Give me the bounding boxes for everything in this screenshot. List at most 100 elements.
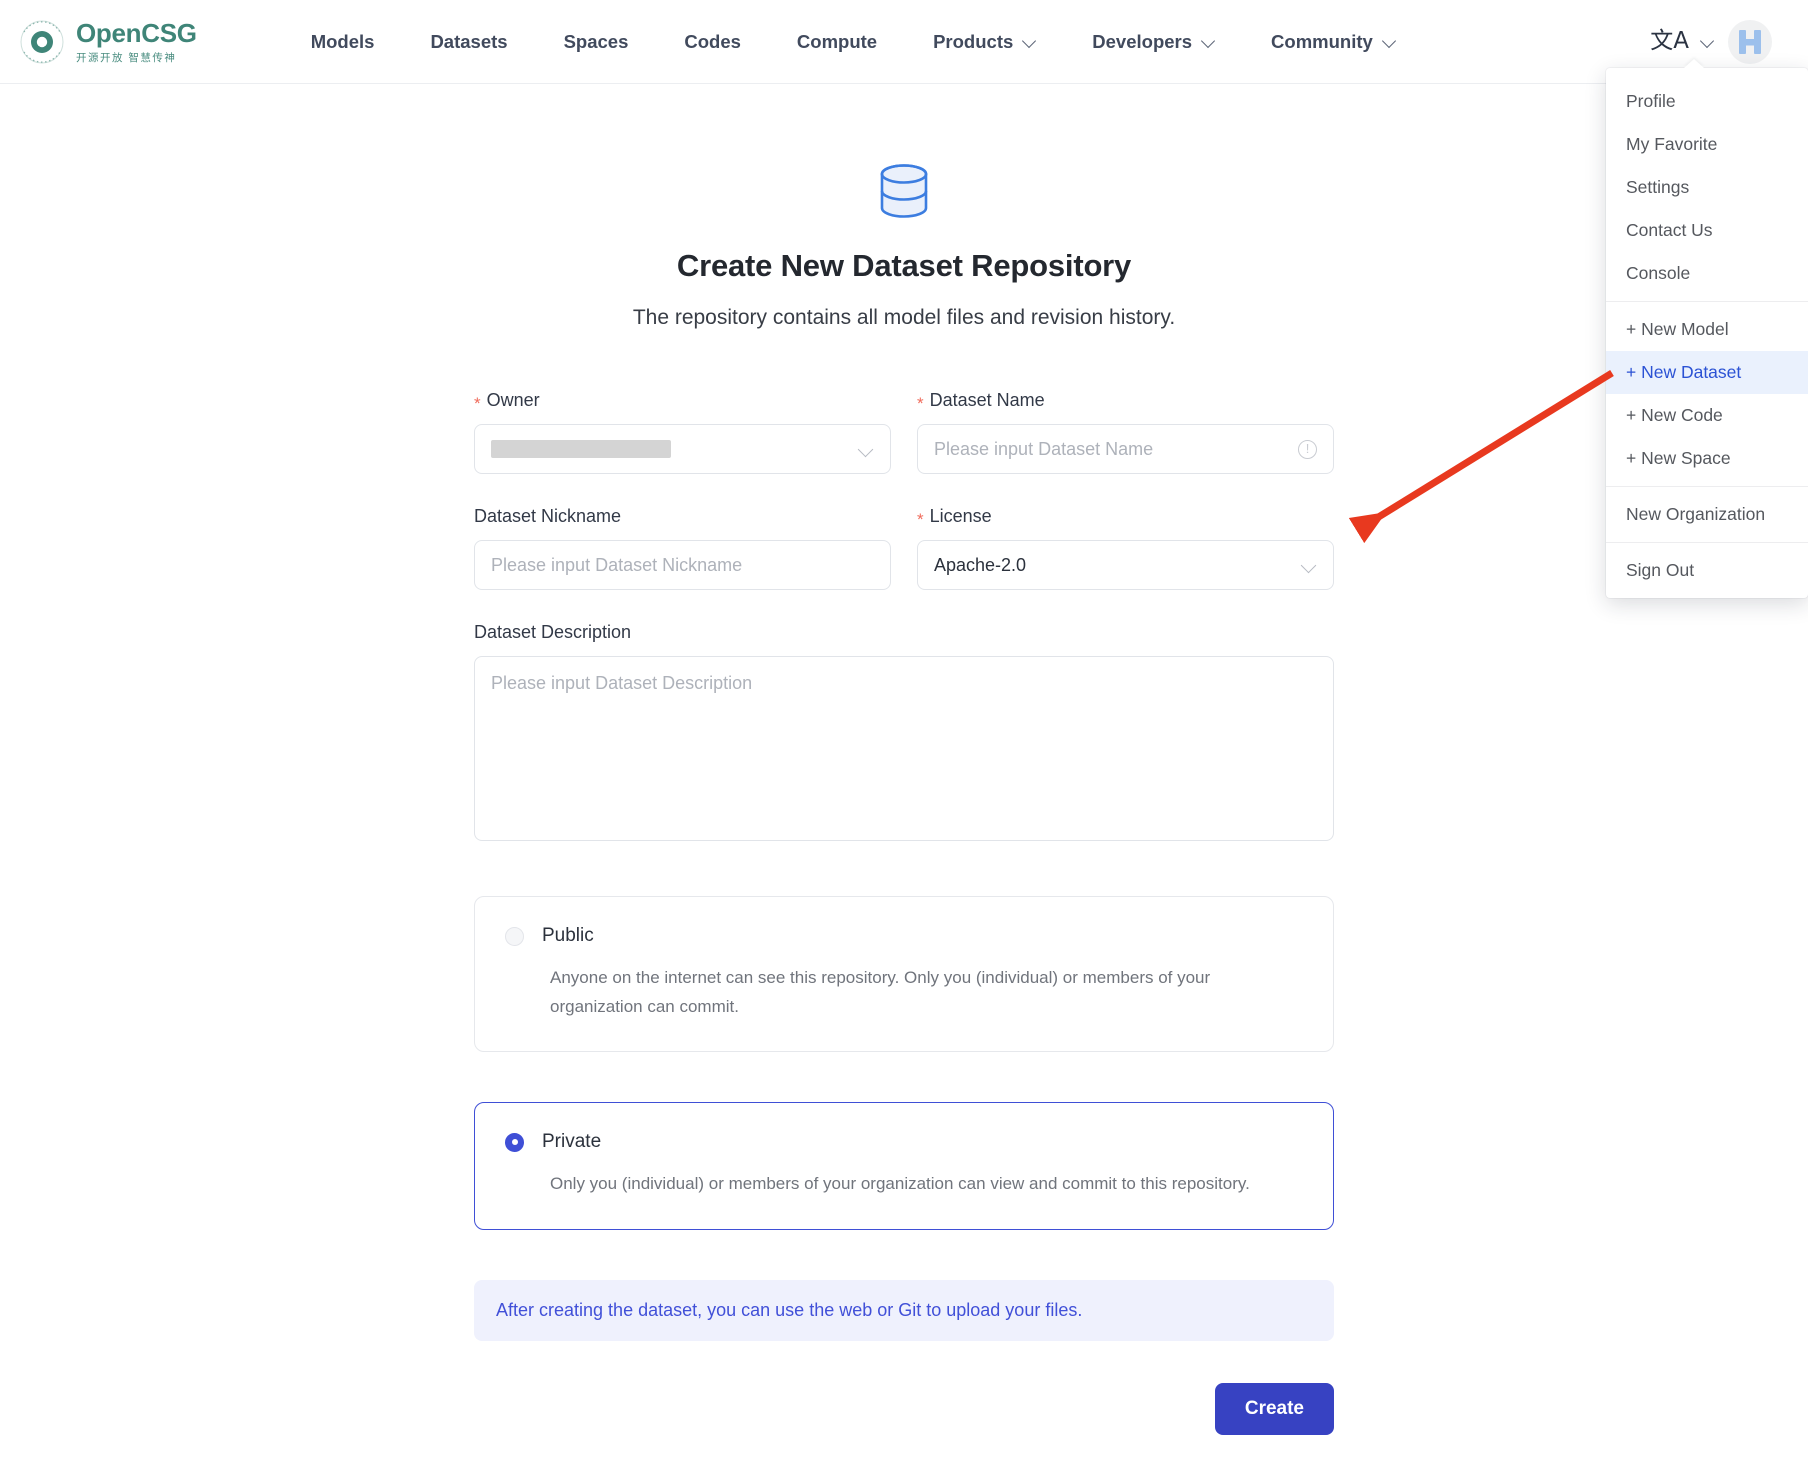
owner-label-wrap: * Owner	[474, 390, 891, 411]
dataset-nickname-input[interactable]: Please input Dataset Nickname	[491, 555, 742, 576]
menu-item-label: + New Space	[1626, 448, 1731, 469]
menu-item-label: Console	[1626, 263, 1690, 284]
nav-label: Codes	[684, 31, 741, 53]
chevron-down-icon	[858, 441, 874, 457]
nav-item-codes[interactable]: Codes	[656, 31, 769, 53]
required-asterisk: *	[917, 394, 924, 414]
dataset-description-textarea[interactable]	[474, 656, 1334, 841]
nav-item-developers[interactable]: Developers	[1064, 31, 1243, 53]
top-navbar: OpenCSG 开源开放 智慧传神 Models Datasets Spaces…	[0, 0, 1808, 84]
required-asterisk: *	[474, 394, 481, 414]
language-switcher[interactable]: 文A	[1650, 30, 1714, 53]
public-description: Anyone on the internet can see this repo…	[505, 963, 1295, 1021]
owner-select[interactable]	[474, 424, 891, 474]
user-menu-group-session: Sign Out	[1606, 542, 1808, 598]
chevron-down-icon	[1301, 557, 1317, 573]
field-owner: * Owner	[474, 390, 891, 474]
menu-item-profile[interactable]: Profile	[1606, 80, 1808, 123]
menu-item-label: Sign Out	[1626, 560, 1694, 581]
nav-label: Community	[1271, 31, 1373, 53]
dataset-nickname-label-wrap: Dataset Nickname	[474, 506, 891, 527]
dataset-name-input-wrap[interactable]: Please input Dataset Name !	[917, 424, 1334, 474]
required-asterisk: *	[917, 510, 924, 530]
nav-label: Spaces	[564, 31, 629, 53]
nav-label: Products	[933, 31, 1013, 53]
menu-item-new-model[interactable]: + New Model	[1606, 308, 1808, 351]
menu-item-new-organization[interactable]: New Organization	[1606, 493, 1808, 536]
radio-public[interactable]	[505, 927, 524, 946]
menu-item-label: My Favorite	[1626, 134, 1717, 155]
chevron-down-icon	[1202, 34, 1215, 47]
license-select[interactable]: Apache-2.0	[917, 540, 1334, 590]
public-label: Public	[542, 925, 594, 947]
user-menu-group-account: Profile My Favorite Settings Contact Us …	[1606, 74, 1808, 301]
brand-tagline: 开源开放 智慧传神	[76, 50, 197, 65]
private-description: Only you (individual) or members of your…	[505, 1169, 1295, 1198]
user-menu-group-create: + New Model + New Dataset + New Code + N…	[1606, 301, 1808, 486]
nav-right-controls: 文A	[1650, 20, 1772, 64]
nav-item-products[interactable]: Products	[905, 31, 1064, 53]
visibility-option-public[interactable]: Public Anyone on the internet can see th…	[474, 896, 1334, 1052]
field-license: * License Apache-2.0	[917, 506, 1334, 590]
nav-label: Models	[311, 31, 375, 53]
nav-item-community[interactable]: Community	[1243, 31, 1424, 53]
menu-item-label: Profile	[1626, 91, 1676, 112]
database-icon	[877, 162, 931, 225]
brand-logo[interactable]: OpenCSG 开源开放 智慧传神	[18, 18, 197, 66]
create-dataset-form: * Owner * Dataset Name Please input Data…	[474, 330, 1334, 1475]
form-row-nickname-license: Dataset Nickname Please input Dataset Ni…	[474, 506, 1334, 590]
form-actions: Create	[474, 1383, 1334, 1475]
dataset-name-input[interactable]: Please input Dataset Name	[934, 439, 1153, 460]
chevron-down-icon	[1023, 34, 1036, 47]
nav-links: Models Datasets Spaces Codes Compute Pro…	[283, 31, 1424, 53]
menu-item-sign-out[interactable]: Sign Out	[1606, 549, 1808, 592]
menu-item-label: New Organization	[1626, 504, 1765, 525]
nav-item-datasets[interactable]: Datasets	[402, 31, 535, 53]
nav-item-models[interactable]: Models	[283, 31, 403, 53]
menu-item-settings[interactable]: Settings	[1606, 166, 1808, 209]
private-option-header: Private	[505, 1131, 1303, 1153]
dataset-description-label-wrap: Dataset Description	[474, 622, 1334, 643]
owner-label: Owner	[487, 390, 540, 411]
menu-item-new-code[interactable]: + New Code	[1606, 394, 1808, 437]
public-option-header: Public	[505, 925, 1303, 947]
nav-item-spaces[interactable]: Spaces	[536, 31, 657, 53]
private-label: Private	[542, 1131, 601, 1153]
dataset-name-label-wrap: * Dataset Name	[917, 390, 1334, 411]
field-dataset-nickname: Dataset Nickname Please input Dataset Ni…	[474, 506, 891, 590]
avatar[interactable]	[1728, 20, 1772, 64]
nav-label: Datasets	[430, 31, 507, 53]
page-title: Create New Dataset Repository	[0, 248, 1808, 284]
license-label: License	[930, 506, 992, 527]
menu-item-new-space[interactable]: + New Space	[1606, 437, 1808, 480]
nav-label: Developers	[1092, 31, 1192, 53]
license-selected-value: Apache-2.0	[934, 555, 1026, 576]
menu-item-my-favorite[interactable]: My Favorite	[1606, 123, 1808, 166]
chevron-down-icon	[1701, 34, 1714, 47]
opencsg-eye-logo-icon	[18, 18, 66, 66]
user-dropdown-menu: Profile My Favorite Settings Contact Us …	[1606, 68, 1808, 598]
nav-label: Compute	[797, 31, 877, 53]
menu-item-label: + New Dataset	[1626, 362, 1741, 383]
visibility-option-private[interactable]: Private Only you (individual) or members…	[474, 1102, 1334, 1229]
menu-item-label: Contact Us	[1626, 220, 1713, 241]
create-dataset-page: Create New Dataset Repository The reposi…	[0, 84, 1808, 1475]
nav-item-compute[interactable]: Compute	[769, 31, 905, 53]
menu-item-label: + New Model	[1626, 319, 1729, 340]
radio-private[interactable]	[505, 1133, 524, 1152]
field-dataset-description: Dataset Description	[474, 622, 1334, 846]
upload-notice-banner: After creating the dataset, you can use …	[474, 1280, 1334, 1341]
page-subtitle: The repository contains all model files …	[0, 306, 1808, 330]
user-avatar-icon	[1728, 20, 1772, 64]
menu-item-label: Settings	[1626, 177, 1689, 198]
dataset-nickname-input-wrap[interactable]: Please input Dataset Nickname	[474, 540, 891, 590]
menu-item-contact-us[interactable]: Contact Us	[1606, 209, 1808, 252]
create-button[interactable]: Create	[1215, 1383, 1334, 1435]
menu-item-label: + New Code	[1626, 405, 1723, 426]
menu-item-new-dataset[interactable]: + New Dataset	[1606, 351, 1808, 394]
user-menu-group-org: New Organization	[1606, 486, 1808, 542]
dataset-nickname-label: Dataset Nickname	[474, 506, 621, 527]
exclamation-circle-icon[interactable]: !	[1298, 440, 1317, 459]
form-row-owner-name: * Owner * Dataset Name Please input Data…	[474, 390, 1334, 474]
menu-item-console[interactable]: Console	[1606, 252, 1808, 295]
